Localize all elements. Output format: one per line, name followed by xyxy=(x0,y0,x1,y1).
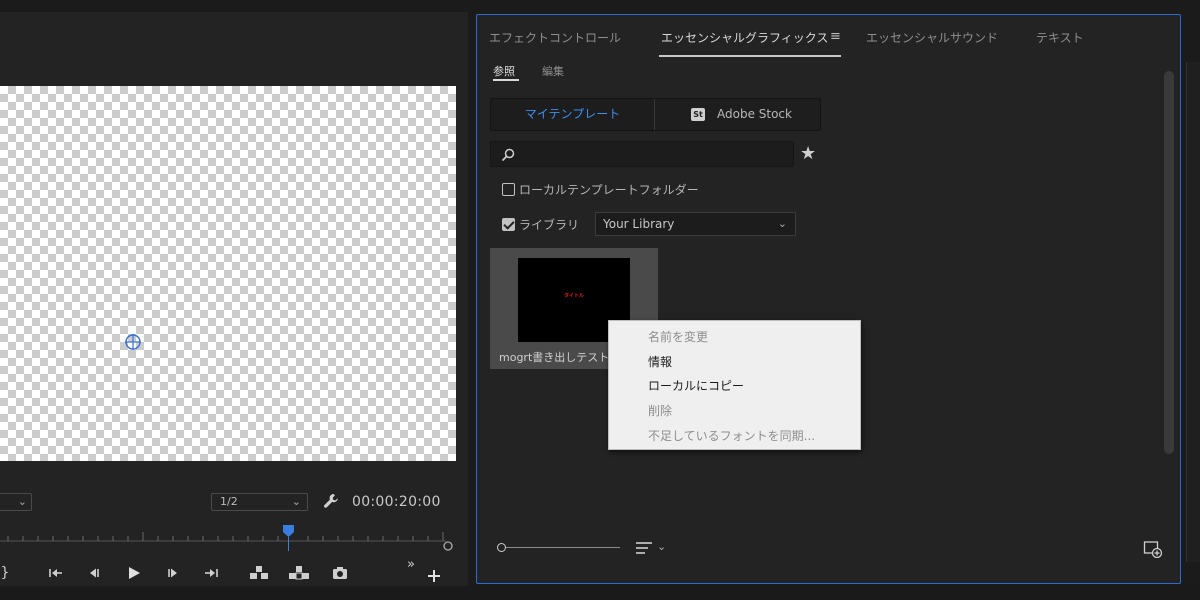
local-folder-option[interactable]: ローカルテンプレートフォルダー xyxy=(502,181,699,198)
library-label: ライブラリ xyxy=(519,218,580,232)
essential-graphics-panel: エフェクトコントロール エッセンシャルグラフィックス ≡ エッセンシャルサウンド… xyxy=(476,14,1181,584)
library-select[interactable]: Your Library ⌄ xyxy=(595,212,796,236)
playback-resolution-select[interactable]: 1/2 ⌄ xyxy=(211,493,308,511)
template-name: mogrt書き出しテスト xyxy=(499,351,610,364)
library-checkbox[interactable] xyxy=(502,218,515,231)
my-templates-button[interactable]: マイテンプレート xyxy=(491,99,655,130)
wrench-icon[interactable] xyxy=(322,492,340,510)
slider-track[interactable] xyxy=(506,547,620,548)
export-frame-icon[interactable] xyxy=(330,560,350,586)
step-forward-icon[interactable] xyxy=(164,560,182,586)
active-subtab-indicator xyxy=(493,79,519,81)
menu-item-info[interactable]: 情報 xyxy=(648,353,672,370)
favorites-star-icon[interactable]: ★ xyxy=(800,143,816,164)
tab-text[interactable]: テキスト xyxy=(1036,29,1084,46)
tab-essential-sound[interactable]: エッセンシャルサウンド xyxy=(866,29,998,46)
chevron-down-icon: ⌄ xyxy=(17,495,27,508)
resolution-value: 1/2 xyxy=(220,495,238,508)
panel-tabs: エフェクトコントロール エッセンシャルグラフィックス ≡ エッセンシャルサウンド… xyxy=(477,15,1180,57)
menu-item-delete[interactable]: 削除 xyxy=(648,402,672,419)
new-item-icon[interactable] xyxy=(1143,540,1163,558)
thumbnail-title-text: タイトル xyxy=(563,293,584,299)
menu-item-copy-to-local[interactable]: ローカルにコピー xyxy=(648,377,744,394)
preview-canvas[interactable] xyxy=(0,86,456,461)
anchor-point-icon[interactable] xyxy=(124,333,142,351)
chevron-down-icon: ⌄ xyxy=(291,495,301,508)
adobe-stock-icon: St xyxy=(691,108,705,121)
active-tab-indicator xyxy=(659,55,841,57)
library-select-value: Your Library xyxy=(603,217,675,231)
local-folder-label: ローカルテンプレートフォルダー xyxy=(519,183,699,197)
search-field xyxy=(490,141,794,167)
chevron-down-icon: ⌄ xyxy=(777,217,787,230)
adjacent-panel-edge xyxy=(1186,62,1200,562)
zoom-select[interactable]: ⌄ xyxy=(0,493,32,511)
adobe-stock-button[interactable]: St Adobe Stock xyxy=(656,99,820,130)
search-icon xyxy=(501,148,515,162)
tab-effect-controls[interactable]: エフェクトコントロール xyxy=(489,29,621,46)
program-monitor: ⌄ 1/2 ⌄ 00:00:20:00 } » xyxy=(0,12,468,586)
go-to-in-icon[interactable] xyxy=(46,560,66,586)
context-menu: 名前を変更 情報 ローカルにコピー 削除 不足しているフォントを同期... xyxy=(608,320,861,450)
extract-icon[interactable] xyxy=(287,560,311,586)
go-to-out-icon[interactable] xyxy=(202,560,222,586)
workspace-bottom-edge xyxy=(0,586,1200,600)
list-view-icon[interactable] xyxy=(635,541,653,555)
search-input[interactable] xyxy=(521,145,786,163)
local-folder-checkbox[interactable] xyxy=(502,183,515,196)
slider-handle[interactable] xyxy=(497,543,506,552)
subtab-edit[interactable]: 編集 xyxy=(542,63,564,79)
step-back-icon[interactable] xyxy=(86,560,104,586)
menu-item-sync-fonts[interactable]: 不足しているフォントを同期... xyxy=(648,427,815,444)
thumbnail-size-slider[interactable] xyxy=(497,542,622,554)
panel-scrollbar[interactable] xyxy=(1164,71,1174,454)
lift-icon[interactable] xyxy=(248,560,270,586)
playhead-timecode[interactable]: 00:00:20:00 xyxy=(352,494,441,510)
menu-item-rename[interactable]: 名前を変更 xyxy=(648,328,708,345)
template-source-switch: マイテンプレート St Adobe Stock xyxy=(490,98,821,131)
tab-essential-graphics[interactable]: エッセンシャルグラフィックス xyxy=(661,29,828,46)
subtab-browse[interactable]: 参照 xyxy=(493,63,515,79)
transport-controls: } » xyxy=(0,557,460,586)
mark-out-icon[interactable]: } xyxy=(0,560,10,586)
more-icon[interactable]: » xyxy=(404,552,418,578)
chevron-down-icon[interactable]: ⌄ xyxy=(657,540,666,553)
play-icon[interactable] xyxy=(125,560,143,586)
adobe-stock-label: Adobe Stock xyxy=(717,107,792,121)
add-button-icon[interactable] xyxy=(426,560,442,586)
library-option[interactable]: ライブラリ xyxy=(502,216,579,233)
time-ruler[interactable] xyxy=(0,524,454,552)
panel-menu-icon[interactable]: ≡ xyxy=(830,29,841,44)
